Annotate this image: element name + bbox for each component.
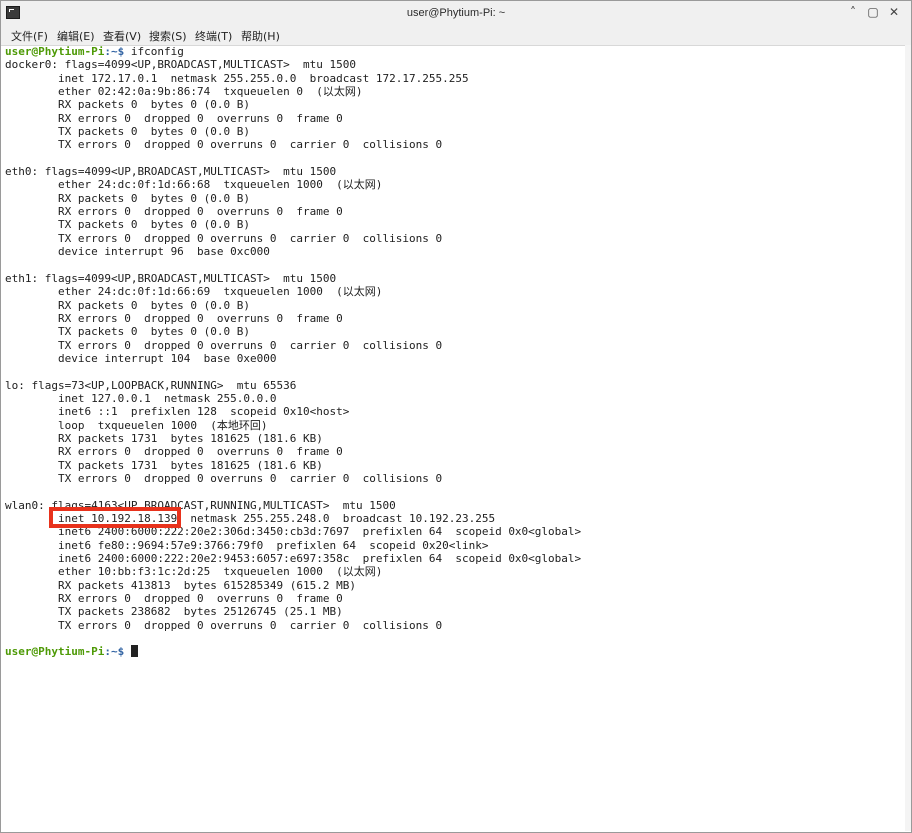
terminal-line: RX errors 0 dropped 0 overruns 0 frame 0: [5, 311, 343, 325]
terminal-line: device interrupt 96 base 0xc000: [5, 245, 270, 259]
final-prompt-user: user@Phytium-Pi: [5, 645, 105, 659]
terminal-line: inet6 ::1 prefixlen 128 scopeid 0x10<hos…: [5, 405, 350, 419]
terminal-line: RX packets 0 bytes 0 (0.0 B): [5, 298, 251, 312]
terminal-line: RX errors 0 dropped 0 overruns 0 frame 0: [5, 205, 343, 219]
menu-help[interactable]: 帮助(H): [241, 28, 280, 44]
terminal-line: TX packets 238682 bytes 25126745 (25.1 M…: [5, 605, 343, 619]
terminal-line: TX packets 0 bytes 0 (0.0 B): [5, 218, 251, 232]
terminal-line: inet6 fe80::9694:57e9:3766:79f0 prefixle…: [5, 538, 489, 552]
menu-view[interactable]: 查看(V): [103, 28, 141, 44]
terminal-line: TX errors 0 dropped 0 overruns 0 carrier…: [5, 472, 443, 485]
terminal-line: docker0: flags=4099<UP,BROADCAST,MULTICA…: [5, 58, 356, 72]
terminal-line: ether 24:dc:0f:1d:66:69 txqueuelen 1000 …: [5, 285, 383, 299]
menu-search[interactable]: 搜索(S): [149, 28, 187, 44]
command-line: user@Phytium-Pi:~$ ifconfig: [5, 45, 905, 58]
terminal-line: RX errors 0 dropped 0 overruns 0 frame 0: [5, 111, 343, 125]
menu-edit[interactable]: 编辑(E): [57, 28, 95, 44]
window-title: user@Phytium-Pi: ~: [406, 7, 506, 19]
terminal-line: RX packets 0 bytes 0 (0.0 B): [5, 191, 251, 205]
terminal-line: TX errors 0 dropped 0 overruns 0 carrier…: [5, 618, 443, 632]
terminal-line: loop txqueuelen 1000 (本地环回): [5, 418, 268, 432]
maximize-icon[interactable]: ▢: [865, 4, 881, 20]
terminal-line: inet 127.0.0.1 netmask 255.0.0.0: [5, 391, 277, 405]
terminal-line: ether 02:42:0a:9b:86:74 txqueuelen 0 (以太…: [5, 85, 363, 99]
terminal-line: ether 10:bb:f3:1c:2d:25 txqueuelen 1000 …: [5, 565, 383, 579]
terminal-line: RX errors 0 dropped 0 overruns 0 frame 0: [5, 592, 343, 606]
menu-bar: 文件(F) 编辑(E) 查看(V) 搜索(S) 终端(T) 帮助(H): [1, 25, 911, 46]
final-prompt-path: :~$: [104, 645, 131, 659]
terminal-line: device interrupt 104 base 0xe000: [5, 351, 277, 365]
menu-file[interactable]: 文件(F): [11, 28, 48, 44]
terminal-line: TX packets 0 bytes 0 (0.0 B): [5, 325, 251, 339]
terminal-line: ether 24:dc:0f:1d:66:68 txqueuelen 1000 …: [5, 178, 383, 192]
terminal-line: RX packets 1731 bytes 181625 (181.6 KB): [5, 431, 323, 445]
terminal-line: inet 172.17.0.1 netmask 255.255.0.0 broa…: [5, 71, 469, 85]
terminal-line: TX errors 0 dropped 0 overruns 0 carrier…: [5, 231, 443, 245]
terminal-line: eth0: flags=4099<UP,BROADCAST,MULTICAST>…: [5, 165, 337, 179]
scrollbar[interactable]: [905, 45, 911, 831]
terminal-line: lo: flags=73<UP,LOOPBACK,RUNNING> mtu 65…: [5, 378, 297, 392]
output-lines: docker0: flags=4099<UP,BROADCAST,MULTICA…: [5, 58, 905, 645]
terminal-line: RX errors 0 dropped 0 overruns 0 frame 0: [5, 445, 343, 459]
prompt-path: :~$: [104, 45, 125, 58]
terminal-line: TX packets 1731 bytes 181625 (181.6 KB): [5, 458, 323, 472]
menu-terminal[interactable]: 终端(T): [195, 28, 232, 44]
terminal-line: eth1: flags=4099<UP,BROADCAST,MULTICAST>…: [5, 271, 337, 285]
terminal-line: TX packets 0 bytes 0 (0.0 B): [5, 125, 251, 139]
highlight-box-inet: [49, 507, 181, 528]
close-icon[interactable]: ✕: [886, 4, 902, 20]
terminal-window: user@Phytium-Pi: ~ ˄ ▢ ✕ 文件(F) 编辑(E) 查看(…: [0, 0, 912, 833]
prompt-user: user@Phytium-Pi: [5, 45, 105, 58]
terminal-line: RX packets 413813 bytes 615285349 (615.2…: [5, 578, 356, 592]
command-text: ifconfig: [124, 45, 184, 58]
terminal-line: inet6 2400:6000:222:20e2:9453:6057:e697:…: [5, 552, 582, 566]
terminal-line: RX packets 0 bytes 0 (0.0 B): [5, 98, 251, 112]
terminal-output[interactable]: user@Phytium-Pi:~$ ifconfig docker0: fla…: [5, 45, 905, 830]
terminal-line: TX errors 0 dropped 0 overruns 0 carrier…: [5, 338, 443, 352]
terminal-line: TX errors 0 dropped 0 overruns 0 carrier…: [5, 138, 443, 152]
final-prompt-line: user@Phytium-Pi:~$: [5, 645, 905, 658]
cursor-block: [130, 645, 138, 658]
title-bar[interactable]: user@Phytium-Pi: ~ ˄ ▢ ✕: [1, 1, 911, 25]
minimize-icon[interactable]: ˄: [845, 4, 861, 20]
